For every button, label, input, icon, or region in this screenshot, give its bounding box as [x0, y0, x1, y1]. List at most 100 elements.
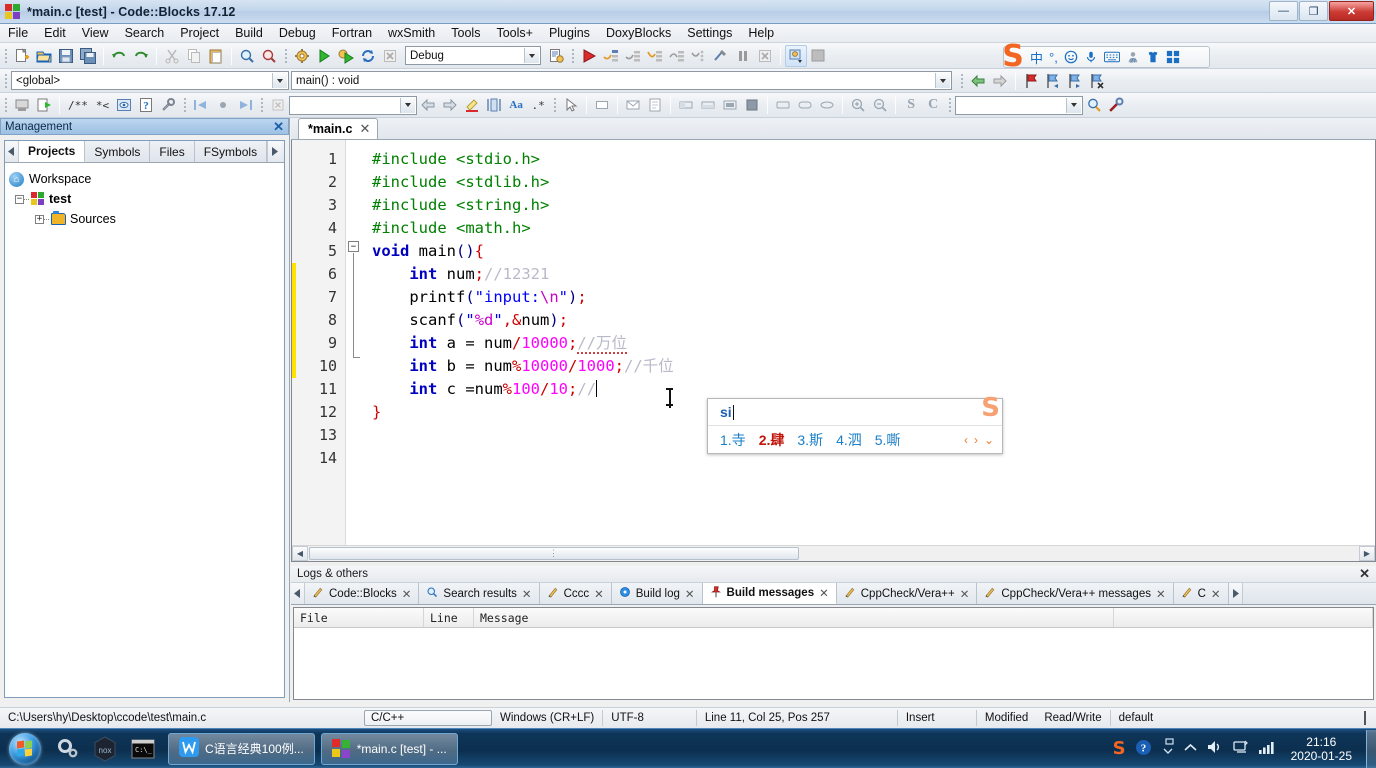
ime-candidate[interactable]: 3.斯 [797, 430, 823, 450]
sogou-user-icon[interactable]: 27 [1126, 50, 1140, 64]
wxsmith-layout1-icon[interactable] [675, 94, 697, 116]
debugging-windows-icon[interactable] [785, 44, 807, 67]
sogou-skin-icon[interactable] [1146, 50, 1160, 64]
rebuild-icon[interactable] [357, 45, 379, 67]
menu-file[interactable]: File [0, 25, 36, 41]
regex-icon[interactable]: .* [527, 94, 549, 116]
debug-step-out-icon[interactable] [666, 45, 688, 67]
help-tray-icon[interactable]: ? [1135, 739, 1152, 759]
copy-icon[interactable] [183, 45, 205, 67]
keyboard-layout-icon[interactable] [1364, 711, 1366, 725]
log-tab-cppcheck-vera-[interactable]: CppCheck/Vera++ ✕ [836, 583, 978, 604]
menu-tools[interactable]: Tools [443, 25, 488, 41]
log-tab-build-messages[interactable]: Build messages ✕ [702, 583, 837, 604]
abort-build-icon[interactable] [379, 45, 401, 67]
toolbar-grip[interactable] [569, 47, 576, 65]
wxsmith-s-icon[interactable]: S [900, 94, 922, 116]
tree-item-sources[interactable]: + Sources [9, 209, 280, 229]
toolbar-grip[interactable] [958, 72, 965, 90]
debug-continue-icon[interactable] [578, 45, 600, 67]
log-tab-code-blocks[interactable]: Code::Blocks ✕ [305, 583, 420, 604]
build-and-run-icon[interactable] [335, 45, 357, 67]
close-icon[interactable]: ✕ [273, 119, 284, 135]
save-all-icon[interactable] [77, 45, 99, 67]
goto-prev-icon[interactable] [417, 94, 439, 116]
match-case-icon[interactable]: Aa [505, 94, 527, 116]
highlight-icon[interactable] [461, 94, 483, 116]
close-icon[interactable]: ✕ [960, 587, 970, 601]
close-icon[interactable]: ✕ [359, 121, 370, 137]
toolbar-grip[interactable] [258, 96, 265, 114]
log-tab-build-log[interactable]: Build log ✕ [611, 583, 703, 604]
various-info-icon[interactable] [807, 45, 829, 67]
menu-project[interactable]: Project [172, 25, 227, 41]
scroll-left-icon[interactable]: ◀ [292, 546, 308, 561]
column-file[interactable]: File [294, 608, 424, 627]
wxsmith-shape-rect-icon[interactable] [772, 94, 794, 116]
chevron-down-icon[interactable] [272, 73, 287, 88]
menu-help[interactable]: Help [740, 25, 782, 41]
debug-step-instruction-icon[interactable] [688, 45, 710, 67]
search-input[interactable] [955, 95, 1084, 115]
goto-clear-icon[interactable] [267, 94, 289, 116]
scroll-right-icon[interactable]: ▶ [1359, 546, 1375, 561]
ime-candidate[interactable]: 1.寺 [720, 430, 746, 450]
debug-step-into-icon[interactable] [644, 45, 666, 67]
ime-candidate[interactable]: 5.嘶 [875, 430, 901, 450]
maximize-button[interactable]: ❐ [1299, 1, 1328, 21]
chevron-down-icon[interactable] [935, 73, 950, 88]
code-line[interactable]: void main(){ [366, 240, 1375, 263]
column-message[interactable]: Message [474, 608, 1114, 627]
scrollbar-thumb[interactable]: ⋮ [309, 547, 799, 560]
select-all-occurrences-icon[interactable] [483, 94, 505, 116]
code-text[interactable]: #include <stdio.h> #include <stdlib.h> #in… [366, 140, 1375, 545]
code-line[interactable]: int a = num/10000;//万位 [366, 332, 1375, 355]
log-tab-scroll-left-icon[interactable] [291, 583, 305, 604]
wxsmith-c-icon[interactable]: C [922, 94, 944, 116]
next-bookmark-icon[interactable] [1064, 70, 1086, 92]
gear-icon[interactable] [48, 731, 86, 767]
build-options-icon[interactable] [545, 45, 567, 67]
doxyblocks-run-icon[interactable] [11, 94, 33, 116]
fortran-next-icon[interactable] [234, 94, 256, 116]
debug-next-line-icon[interactable] [622, 45, 644, 67]
ime-candidate[interactable]: 4.泗 [836, 430, 862, 450]
toolbar-grip[interactable] [2, 47, 9, 65]
fortran-current-icon[interactable] [212, 94, 234, 116]
close-icon[interactable]: ✕ [1211, 587, 1221, 601]
close-icon[interactable]: ✕ [522, 587, 532, 601]
taskbar-clock[interactable]: 21:16 2020-01-25 [1285, 735, 1358, 763]
doxy-settings-icon[interactable] [157, 94, 179, 116]
menu-search[interactable]: Search [117, 25, 173, 41]
scope-combo[interactable]: <global> [11, 71, 289, 90]
column-line[interactable]: Line [424, 608, 474, 627]
code-line[interactable]: scanf("%d",&num); [366, 309, 1375, 332]
volume-icon[interactable] [1206, 739, 1223, 758]
minimize-button[interactable]: — [1269, 1, 1298, 21]
menu-doxyblocks[interactable]: DoxyBlocks [598, 25, 679, 41]
chevron-up-icon[interactable] [1184, 742, 1197, 756]
status-language[interactable]: C/C++ [364, 710, 492, 726]
sogou-apps-icon[interactable] [1166, 50, 1180, 64]
paste-icon[interactable] [205, 45, 227, 67]
toolbar-grip[interactable] [551, 96, 558, 114]
ime-candidate[interactable]: 2.肆 [759, 430, 785, 450]
search-options-icon[interactable] [1105, 94, 1127, 116]
taskbar-button-wps[interactable]: C语言经典100例... [168, 732, 315, 765]
menu-fortran[interactable]: Fortran [324, 25, 380, 41]
taskbar-button-codeblocks[interactable]: *main.c [test] - ... [320, 732, 458, 765]
log-tab-search-results[interactable]: Search results ✕ [419, 583, 540, 604]
run-icon[interactable] [313, 45, 335, 67]
fortran-prev-icon[interactable] [190, 94, 212, 116]
wxsmith-layout4-icon[interactable] [741, 94, 763, 116]
toolbar-grip[interactable] [181, 96, 188, 114]
wxsmith-shape-oval-icon[interactable] [816, 94, 838, 116]
chevron-down-icon[interactable] [400, 97, 416, 113]
log-tab-scroll-right-icon[interactable] [1228, 583, 1243, 604]
goto-input[interactable] [289, 95, 418, 115]
new-file-icon[interactable] [11, 45, 33, 67]
debug-pause-icon[interactable] [732, 45, 754, 67]
cut-icon[interactable] [161, 45, 183, 67]
sogou-tray-icon[interactable]: S [1113, 738, 1126, 759]
menu-debug[interactable]: Debug [271, 25, 324, 41]
